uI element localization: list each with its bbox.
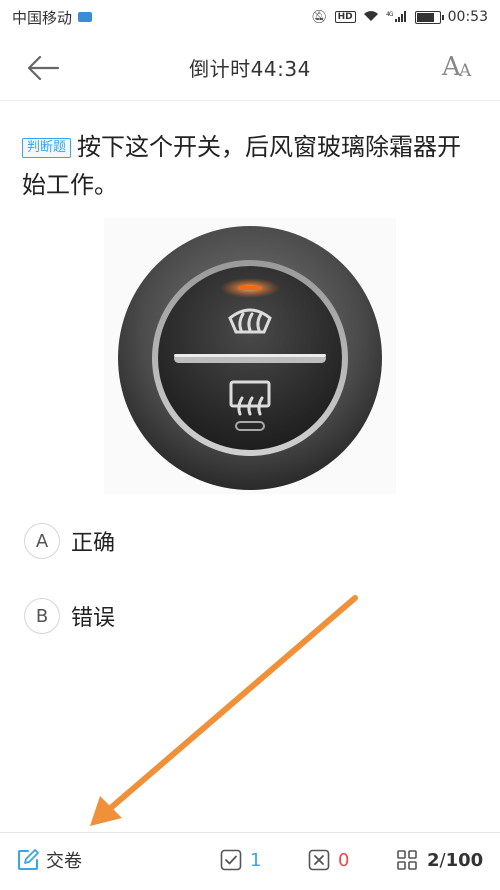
wrong-stat[interactable]: 0 xyxy=(308,849,349,871)
correct-stat[interactable]: 1 xyxy=(220,849,261,871)
font-size-icon-small: A xyxy=(459,61,472,81)
option-b[interactable]: B 错误 xyxy=(24,596,115,636)
wifi-icon xyxy=(363,10,379,25)
question-text-block: 判断题 按下这个开关，后风窗玻璃除霜器开始工作。 xyxy=(22,128,482,204)
total-questions: 100 xyxy=(445,849,484,871)
header: 倒计时44:34 A A xyxy=(0,34,500,101)
status-left: 中国移动 xyxy=(12,7,93,28)
network-type-label: 4G xyxy=(386,11,394,18)
edit-icon xyxy=(18,849,39,870)
font-size-button[interactable]: A A xyxy=(442,52,476,82)
option-a-text: 正确 xyxy=(71,531,116,556)
option-a-letter: A xyxy=(24,523,60,559)
status-right: 🔕︎ HD 4G 00:53 xyxy=(311,9,488,25)
option-b-text: 错误 xyxy=(71,606,116,631)
option-a[interactable]: A 正确 xyxy=(24,521,115,561)
carrier-name: 中国移动 xyxy=(12,8,73,27)
status-bar: 中国移动 🔕︎ HD 4G 00:53 xyxy=(0,0,500,34)
checkbox-check-icon xyxy=(220,849,242,871)
question-image xyxy=(104,218,396,494)
wrong-count: 0 xyxy=(338,849,350,871)
page-title: 倒计时44:34 xyxy=(189,56,311,81)
question-progress[interactable]: 2/100 xyxy=(396,849,483,871)
sim-card-icon xyxy=(78,12,93,22)
signal-icon: 4G xyxy=(386,10,408,25)
mute-icon: 🔕︎ xyxy=(311,9,328,25)
battery-icon xyxy=(414,10,444,24)
option-b-letter: B xyxy=(24,598,60,634)
submit-label: 交卷 xyxy=(46,851,82,872)
grid-icon xyxy=(397,850,417,870)
status-time: 00:53 xyxy=(447,9,488,25)
font-size-icon-large: A xyxy=(442,52,461,82)
hd-icon: HD xyxy=(334,11,356,23)
back-arrow-icon xyxy=(27,55,60,81)
question-text: 按下这个开关，后风窗玻璃除霜器开始工作。 xyxy=(22,133,462,199)
progress-text: 2/100 xyxy=(427,850,483,871)
correct-count: 1 xyxy=(250,849,262,871)
question-type-badge: 判断题 xyxy=(22,138,72,158)
bottom-bar: 交卷 1 0 2/100 xyxy=(0,832,500,890)
submit-exam-button[interactable]: 交卷 xyxy=(16,847,82,873)
checkbox-x-icon xyxy=(308,849,330,871)
current-question: 2 xyxy=(427,849,440,871)
defroster-switch-image xyxy=(118,226,382,490)
back-button[interactable] xyxy=(26,50,62,86)
